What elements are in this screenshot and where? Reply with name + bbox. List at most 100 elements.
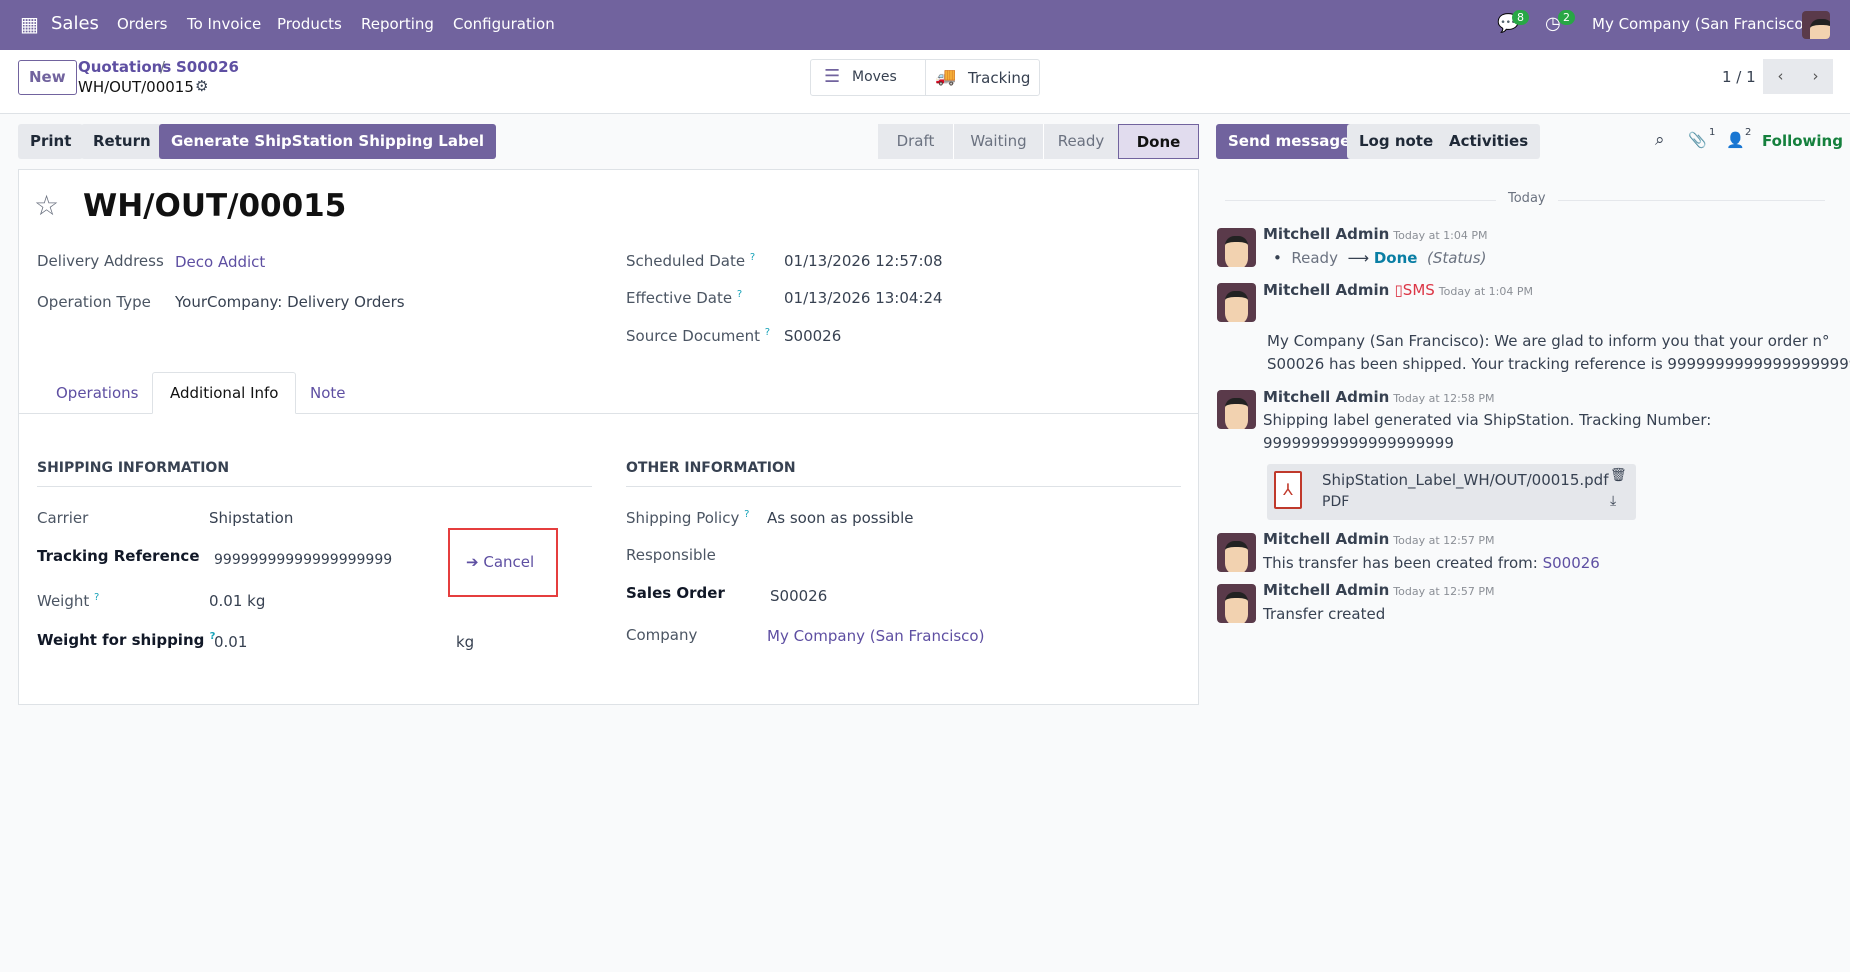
truck-icon: 🚚 [935, 67, 957, 87]
weight-for-shipping-label: Weight for shipping ? [37, 631, 216, 649]
pdf-file-icon: ⅄ [1274, 471, 1302, 509]
company-label: Company [626, 626, 698, 644]
new-button[interactable]: New [18, 60, 77, 95]
paperclip-icon[interactable]: 📎 [1688, 131, 1707, 149]
tracking-label: Tracking [968, 69, 1031, 87]
download-icon[interactable]: ⤓ [1610, 493, 1616, 509]
sales-order-input[interactable]: S00026 [770, 587, 827, 605]
message-author: Mitchell Admin Today at 12:58 PM [1263, 388, 1495, 406]
message-body: My Company (San Francisco): We are glad … [1267, 332, 1830, 350]
message-avatar [1217, 584, 1256, 623]
message-body: Shipping label generated via ShipStation… [1263, 411, 1712, 429]
status-change: • Ready ⟶ Done (Status) [1273, 249, 1487, 267]
carrier-value: Shipstation [209, 509, 294, 527]
carrier-label: Carrier [37, 509, 89, 527]
source-order-link[interactable]: S00026 [1543, 554, 1600, 572]
weight-label: Weight ? [37, 592, 100, 610]
breadcrumb-order[interactable]: S00026 [176, 58, 239, 76]
scheduled-date-label: Scheduled Date ? [626, 252, 756, 270]
stage-done[interactable]: Done [1118, 124, 1199, 159]
print-button[interactable]: Print [18, 124, 84, 159]
operation-type-value: YourCompany: Delivery Orders [175, 293, 405, 311]
company-switcher[interactable]: My Company (San Francisco) [1592, 15, 1809, 33]
breadcrumb-quotations[interactable]: Quotations [78, 58, 171, 76]
tab-operations[interactable]: Operations [56, 384, 138, 402]
attachments-count: 1 [1709, 127, 1716, 138]
source-document-value: S00026 [784, 327, 842, 345]
tracking-button[interactable]: 🚚 Tracking [925, 59, 1040, 96]
shipping-information-header: SHIPPING INFORMATION [37, 460, 592, 487]
control-panel: New Quotations / S00026 WH/OUT/00015 ⚙ ☰… [0, 50, 1850, 114]
effective-date-value: 01/13/2026 13:04:24 [784, 289, 943, 307]
form-sheet: ☆ WH/OUT/00015 Delivery Address Deco Add… [18, 169, 1199, 705]
message-body: This transfer has been created from: S00… [1263, 554, 1600, 572]
pdf-attachment[interactable]: ⅄ ShipStation_Label_WH/OUT/00015.pdf PDF… [1267, 464, 1636, 520]
effective-date-label: Effective Date ? [626, 289, 743, 307]
send-message-button[interactable]: Send message [1216, 124, 1363, 159]
return-button[interactable]: Return [81, 124, 163, 159]
sms-icon: ▯ [1394, 281, 1403, 299]
messages-badge: 8 [1512, 10, 1529, 25]
trash-icon[interactable]: 🗑 [1610, 468, 1627, 483]
followers-icon[interactable]: 👤 [1726, 131, 1745, 149]
message-author: Mitchell Admin ▯SMS Today at 1:04 PM [1263, 281, 1533, 299]
log-note-button[interactable]: Log note [1347, 124, 1446, 159]
moves-label: Moves [852, 69, 897, 85]
following-button[interactable]: Following [1762, 132, 1843, 150]
app-name[interactable]: Sales [51, 13, 99, 34]
top-navbar: ▦ Sales Orders To Invoice Products Repor… [0, 0, 1850, 50]
menu-to-invoice[interactable]: To Invoice [187, 15, 261, 33]
weight-value: 0.01 kg [209, 592, 266, 610]
menu-orders[interactable]: Orders [117, 15, 167, 33]
tab-note[interactable]: Note [310, 384, 346, 402]
other-information-header: OTHER INFORMATION [626, 460, 1181, 487]
favorite-star-icon[interactable]: ☆ [34, 189, 59, 222]
message-avatar [1217, 228, 1256, 267]
message-avatar [1217, 533, 1256, 572]
record-title: WH/OUT/00015 [83, 188, 347, 224]
weight-for-shipping-input[interactable]: 0.01 [214, 633, 247, 651]
stage-draft[interactable]: Draft [878, 124, 953, 159]
delivery-address-label: Delivery Address [37, 252, 164, 270]
sales-order-label: Sales Order [626, 584, 725, 602]
activities-button[interactable]: Activities [1437, 124, 1541, 159]
message-author: Mitchell Admin Today at 12:57 PM [1263, 530, 1495, 548]
day-label: Today [1496, 191, 1558, 206]
attachment-type: PDF [1322, 494, 1350, 510]
message-author: Mitchell Admin Today at 1:04 PM [1263, 225, 1488, 243]
tracking-reference-input[interactable]: 99999999999999999999 [214, 552, 392, 568]
pager-next-button[interactable]: › [1798, 59, 1833, 94]
company-value[interactable]: My Company (San Francisco) [767, 627, 984, 645]
menu-products[interactable]: Products [277, 15, 342, 33]
pager-prev-button[interactable]: ‹ [1763, 59, 1798, 94]
gear-icon[interactable]: ⚙ [195, 77, 208, 95]
search-icon[interactable]: ⌕ [1655, 130, 1665, 150]
tab-additional-info[interactable]: Additional Info [152, 372, 297, 414]
message-body: Transfer created [1263, 605, 1386, 623]
shipping-policy-value[interactable]: As soon as possible [767, 509, 913, 527]
stage-ready[interactable]: Ready [1043, 124, 1118, 159]
record-name: WH/OUT/00015 [78, 78, 194, 96]
stage-waiting[interactable]: Waiting [953, 124, 1043, 159]
delivery-address-value[interactable]: Deco Addict [175, 253, 265, 271]
menu-reporting[interactable]: Reporting [361, 15, 434, 33]
list-icon: ☰ [824, 66, 841, 87]
responsible-label: Responsible [626, 546, 716, 564]
apps-grid-icon[interactable]: ▦ [20, 14, 39, 34]
operation-type-label: Operation Type [37, 293, 151, 311]
cancel-tracking-button[interactable]: ➔ Cancel [466, 553, 534, 571]
generate-shipping-label-button[interactable]: Generate ShipStation Shipping Label [159, 124, 497, 159]
pager-value[interactable]: 1 / 1 [1722, 68, 1756, 86]
menu-configuration[interactable]: Configuration [453, 15, 555, 33]
user-avatar[interactable] [1802, 11, 1830, 39]
followers-count: 2 [1745, 127, 1752, 138]
message-avatar [1217, 283, 1256, 322]
message-body: S00026 has been shipped. Your tracking r… [1267, 355, 1850, 373]
attachment-filename: ShipStation_Label_WH/OUT/00015.pdf [1322, 471, 1609, 489]
weight-for-shipping-unit: kg [456, 633, 475, 651]
message-body: 99999999999999999999 [1263, 434, 1454, 452]
scheduled-date-value[interactable]: 01/13/2026 12:57:08 [784, 252, 943, 270]
shipping-policy-label: Shipping Policy ? [626, 509, 750, 527]
moves-button[interactable]: ☰ Moves [810, 59, 926, 96]
arrow-right-icon: ➔ [466, 553, 484, 571]
